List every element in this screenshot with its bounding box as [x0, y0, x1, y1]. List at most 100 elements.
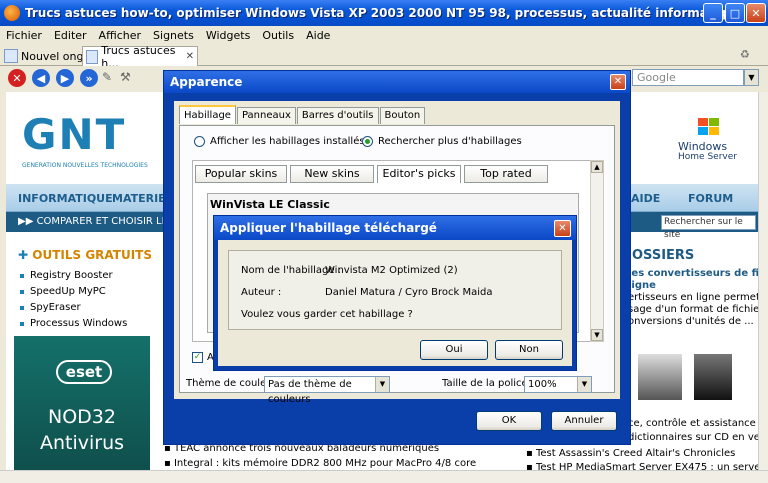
menu-widgets[interactable]: Widgets	[200, 29, 256, 42]
test-text: Test HP MediaSmart Server EX475 : un ser…	[535, 462, 758, 470]
skin-tab-top[interactable]: Top rated	[464, 165, 548, 183]
apply-checkbox-box[interactable]: ✓	[192, 352, 203, 363]
apply-skin-close-button[interactable]: ✕	[554, 220, 571, 237]
skins-scrollbar[interactable]: ▲ ▼	[590, 160, 604, 342]
stop-icon[interactable]: ✕	[8, 69, 26, 87]
tab-current[interactable]: Trucs astuces h... ✕	[82, 44, 198, 70]
tools-icon[interactable]: ⚒	[120, 70, 131, 84]
skin-tab-editors[interactable]: Editor's picks	[377, 165, 461, 183]
site-favicon	[86, 49, 99, 64]
tab-habillage[interactable]: Habillage	[179, 105, 236, 124]
eset-type: Antivirus	[39, 432, 125, 454]
trash-icon[interactable]: ♻	[740, 48, 750, 61]
windows-home-server-ad[interactable]: Windows Home Server	[626, 104, 756, 174]
tab-bouton[interactable]: Bouton	[379, 107, 426, 124]
page-horizontal-scrollbar[interactable]	[0, 470, 768, 483]
author-label: Auteur :	[241, 287, 282, 298]
news-item[interactable]: ▪ Integral : kits mémoire DDR2 800 MHz p…	[164, 458, 476, 469]
apply-checkbox[interactable]: ✓ A	[192, 352, 214, 363]
menu-editer[interactable]: Editer	[48, 29, 93, 42]
menu-afficher[interactable]: Afficher	[93, 29, 147, 42]
dossiers-title: OSSIERS	[632, 248, 695, 263]
game-thumbnail[interactable]	[638, 354, 682, 400]
menu-fichier[interactable]: Fichier	[0, 29, 48, 42]
back-icon[interactable]: ◀	[32, 69, 50, 87]
yes-button[interactable]: Oui	[420, 340, 488, 360]
close-tab-icon[interactable]: ✕	[186, 51, 194, 62]
tab-barres-outils[interactable]: Barres d'outils	[296, 107, 379, 124]
search-engine-dropdown[interactable]: ▼	[744, 69, 759, 86]
skin-tab-popular[interactable]: Popular skins	[195, 165, 287, 183]
tools-list: Registry Booster SpeedUp MyPC SpyEraser …	[20, 268, 127, 332]
radio-installed[interactable]: Afficher les habillages installés	[194, 136, 365, 147]
minimize-button[interactable]: _	[703, 3, 723, 23]
nav-informatique[interactable]: INFORMATIQUE	[18, 192, 113, 205]
dossier-text: dictionnaires sur CD en versio	[628, 432, 758, 443]
dossier-link-cont[interactable]: ligne	[628, 280, 656, 291]
chevron-down-icon[interactable]: ▼	[375, 377, 389, 392]
apparence-close-button[interactable]: ✕	[610, 74, 626, 90]
author-value: Daniel Matura / Cyro Brock Maida	[325, 287, 493, 298]
tools-title: ✚ OUTILS GRATUITS	[18, 248, 152, 262]
eset-ad[interactable]: eset NOD32 Antivirus	[14, 336, 150, 470]
skin-tab-new[interactable]: New skins	[290, 165, 374, 183]
radio-more-indicator[interactable]	[362, 136, 373, 147]
skin-name-value: Winvista M2 Optimized (2)	[325, 265, 458, 276]
eset-logo: eset	[56, 360, 112, 384]
site-search-input[interactable]: Rechercher sur le site	[661, 215, 756, 240]
chevron-down-icon[interactable]: ▼	[577, 377, 591, 392]
wand-icon[interactable]: ✎	[102, 70, 112, 84]
tool-link[interactable]: Registry Booster	[20, 268, 127, 284]
radio-installed-indicator[interactable]	[194, 136, 205, 147]
radio-installed-label: Afficher les habillages installés	[210, 136, 365, 147]
windows-flag-icon	[698, 118, 720, 136]
nav-forum[interactable]: FORUM	[688, 192, 733, 205]
no-button[interactable]: Non	[495, 340, 563, 360]
window-title: Trucs astuces how-to, optimiser Windows …	[25, 6, 725, 20]
puzzle-icon: ✚	[18, 248, 29, 262]
news-text: Integral : kits mémoire DDR2 800 MHz pou…	[173, 458, 477, 469]
dossier-text: ce, contrôle et assistance à d	[628, 418, 758, 429]
radio-more[interactable]: Rechercher plus d'habillages	[362, 136, 522, 147]
dossier-text: ertisseurs en ligne permettent	[628, 292, 758, 303]
server-thumbnail[interactable]	[694, 354, 732, 400]
font-size-label: Taille de la police	[442, 378, 528, 389]
forward-icon[interactable]: ▶	[56, 69, 74, 87]
font-size-select[interactable]: 100% ▼	[524, 376, 592, 393]
tab-bar: Nouvel onglet Trucs astuces h... ✕ ♻	[0, 44, 768, 70]
tool-link[interactable]: SpyEraser	[20, 300, 127, 316]
dossier-text: onversions d'unités de ...	[628, 316, 754, 327]
search-input[interactable]: Google	[632, 69, 744, 86]
color-theme-select[interactable]: Pas de thème de couleurs ▼	[264, 376, 390, 405]
ok-button[interactable]: OK	[476, 411, 542, 431]
fast-forward-icon[interactable]: »	[80, 69, 98, 87]
test-item[interactable]: ▪ Test Assassin's Creed Altair's Chronic…	[526, 448, 735, 459]
menu-outils[interactable]: Outils	[256, 29, 300, 42]
whs-subtitle: Home Server	[678, 152, 737, 162]
keep-question: Voulez vous garder cet habillage ?	[241, 309, 413, 320]
test-item[interactable]: ▪ Test HP MediaSmart Server EX475 : un s…	[526, 462, 758, 470]
menu-bar: Fichier Editer Afficher Signets Widgets …	[0, 26, 768, 44]
close-button[interactable]: ✕	[746, 3, 766, 23]
apparence-tabs: Habillage Panneaux Barres d'outils Bouto…	[179, 105, 426, 124]
eset-product: NOD32	[48, 406, 116, 428]
logo-letters: GNT	[22, 110, 127, 159]
skin-info-box: Nom de l'habillage : Winvista M2 Optimiz…	[228, 250, 562, 330]
tab-panneaux[interactable]: Panneaux	[236, 107, 296, 124]
menu-signets[interactable]: Signets	[147, 29, 200, 42]
cancel-button[interactable]: Annuler	[551, 411, 617, 431]
scroll-down-icon[interactable]: ▼	[591, 329, 603, 341]
menu-aide[interactable]: Aide	[300, 29, 336, 42]
tool-link[interactable]: SpeedUp MyPC	[20, 284, 127, 300]
gnt-logo[interactable]: GNT GENERATION NOUVELLES TECHNOLOGIES	[18, 100, 160, 176]
dossier-link[interactable]: les convertisseurs de fichi	[628, 268, 758, 279]
tool-link[interactable]: Processus Windows	[20, 316, 127, 332]
apply-skin-title: Appliquer l'habillage téléchargé	[214, 216, 576, 240]
maximize-button[interactable]: □	[725, 3, 745, 23]
page-vertical-scrollbar[interactable]	[758, 92, 768, 470]
dossier-text: sage d'un format de fichier à	[628, 304, 758, 315]
nav-aide[interactable]: AIDE	[631, 192, 660, 205]
browser-titlebar: Trucs astuces how-to, optimiser Windows …	[0, 0, 768, 26]
skin-tabs: Popular skins New skins Editor's picks T…	[195, 165, 548, 183]
scroll-up-icon[interactable]: ▲	[591, 161, 603, 173]
